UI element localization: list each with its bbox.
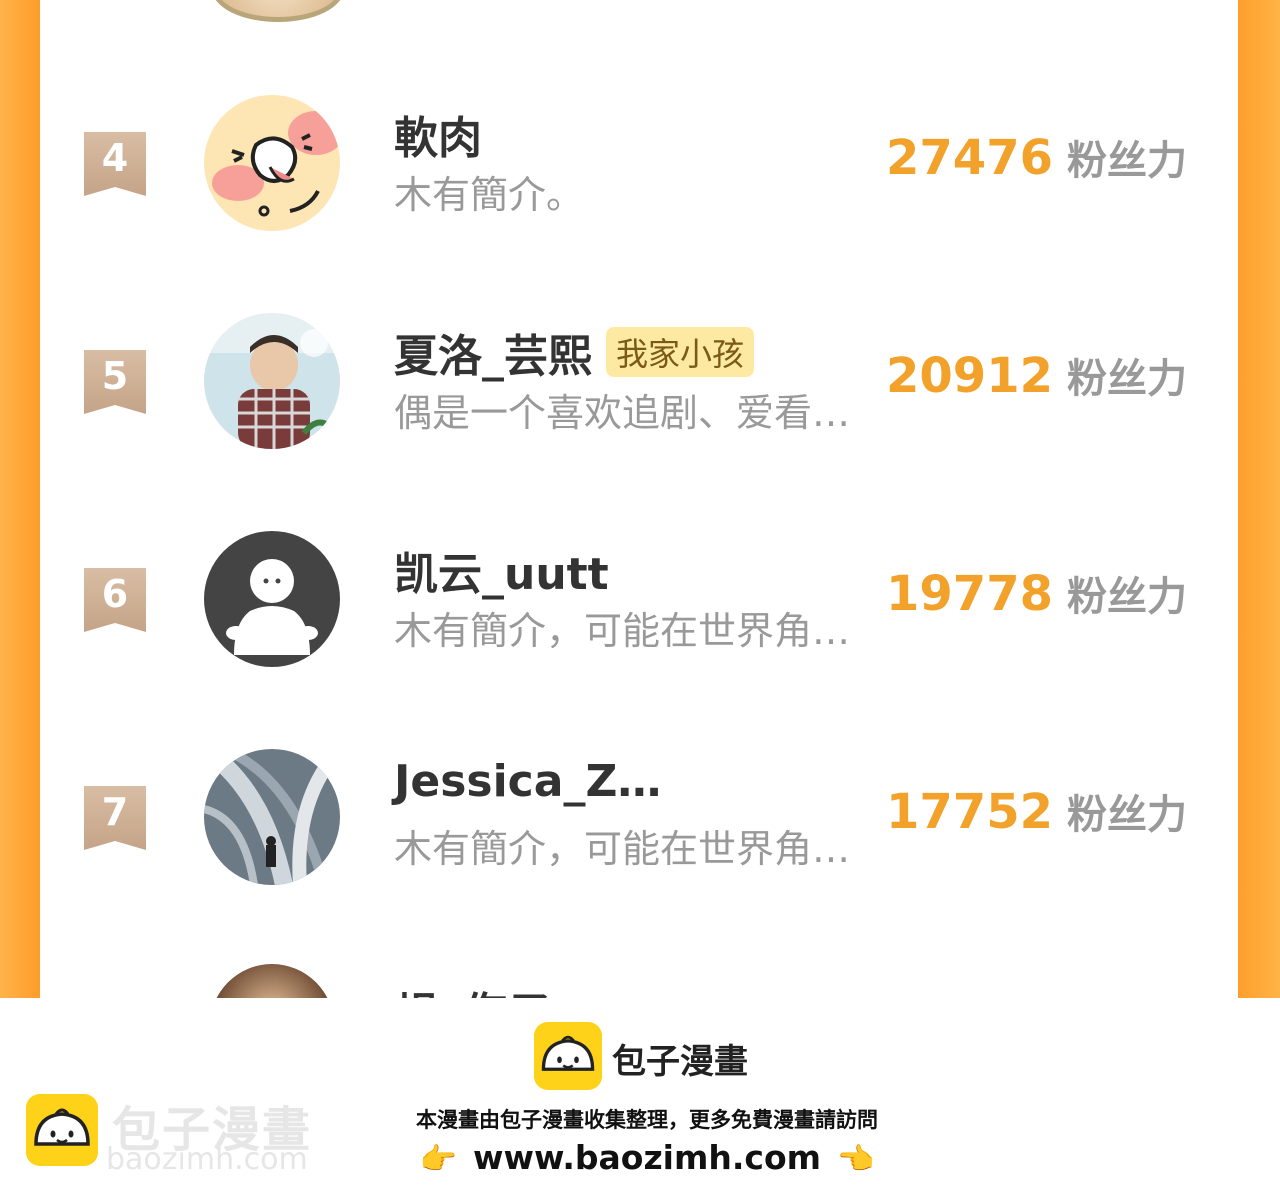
user-name[interactable]: 凯云_uutt xyxy=(394,538,609,602)
pointing-right-hand-icon: 👉 xyxy=(419,1142,457,1177)
fan-power-label: 粉丝力 xyxy=(1067,356,1187,402)
fan-power-label: 粉丝力 xyxy=(1067,138,1187,184)
user-description: 木有簡介，可能在世界角… xyxy=(394,609,851,653)
user-description: 木有簡介，可能在世界角… xyxy=(394,827,851,871)
fan-power-value: 27476 xyxy=(886,130,1053,186)
baozi-logo-icon xyxy=(534,1022,602,1090)
tagline: 本漫畫由包子漫畫收集整理，更多免費漫畫請訪問 xyxy=(416,1108,878,1132)
list-item[interactable]: 7 Jessica_Z… 木有簡介，可能在世界角… 17752 粉丝力 xyxy=(40,746,1238,906)
fan-power-value: 20912 xyxy=(886,348,1053,404)
rank-badge: 7 xyxy=(84,786,146,850)
rank-badge: 6 xyxy=(84,568,146,632)
brand-title: 包子漫畫 xyxy=(612,1042,748,1082)
site-link[interactable]: 👉 www.baozimh.com 👈 xyxy=(0,1138,1280,1177)
fan-power-label: 粉丝力 xyxy=(1067,792,1187,838)
user-name[interactable]: 焆c侮孒 xyxy=(394,978,552,998)
cartoon-face-avatar-icon[interactable] xyxy=(204,95,340,231)
default-ghost-avatar-icon[interactable] xyxy=(204,531,340,667)
list-item[interactable]: 4 軟肉 木有簡介。 27476 粉丝力 xyxy=(40,92,1238,252)
ranking-panel: 4 軟肉 木有簡介。 27476 粉丝力 5 夏洛_芸熙 我家小孩 偶是一个喜欢… xyxy=(0,0,1280,998)
list-item[interactable]: 6 凯云_uutt 木有簡介，可能在世界角… 19778 粉丝力 xyxy=(40,528,1238,688)
fan-power-value: 17752 xyxy=(886,784,1053,840)
avatar[interactable] xyxy=(210,964,334,998)
footer: 包子漫畫 baozimh.com 包子漫畫 本漫畫由包子漫畫收集整理，更多免費漫… xyxy=(0,998,1280,1199)
avatar[interactable] xyxy=(212,0,344,22)
staircase-photo-avatar-icon[interactable] xyxy=(204,749,340,885)
pointing-left-hand-icon: 👈 xyxy=(837,1142,875,1177)
site-url[interactable]: www.baozimh.com xyxy=(473,1138,821,1177)
user-name[interactable]: 軟肉 xyxy=(394,102,482,166)
rank-badge: 5 xyxy=(84,350,146,414)
list-item[interactable]: 5 夏洛_芸熙 我家小孩 偶是一个喜欢追剧、爱看… 20912 粉丝力 xyxy=(40,310,1238,470)
user-name[interactable]: Jessica_Z… xyxy=(394,756,661,807)
user-tag-badge: 我家小孩 xyxy=(606,327,755,377)
rank-badge: 4 xyxy=(84,132,146,196)
user-description: 木有簡介。 xyxy=(394,173,585,217)
child-photo-avatar-icon[interactable] xyxy=(204,313,340,449)
user-description: 偶是一个喜欢追剧、爱看… xyxy=(394,391,851,435)
user-name[interactable]: 夏洛_芸熙 xyxy=(394,320,592,384)
fan-power-value: 19778 xyxy=(886,566,1053,622)
list-item[interactable]: 焆c侮孒 xyxy=(40,964,1238,998)
fan-power-label: 粉丝力 xyxy=(1067,574,1187,620)
